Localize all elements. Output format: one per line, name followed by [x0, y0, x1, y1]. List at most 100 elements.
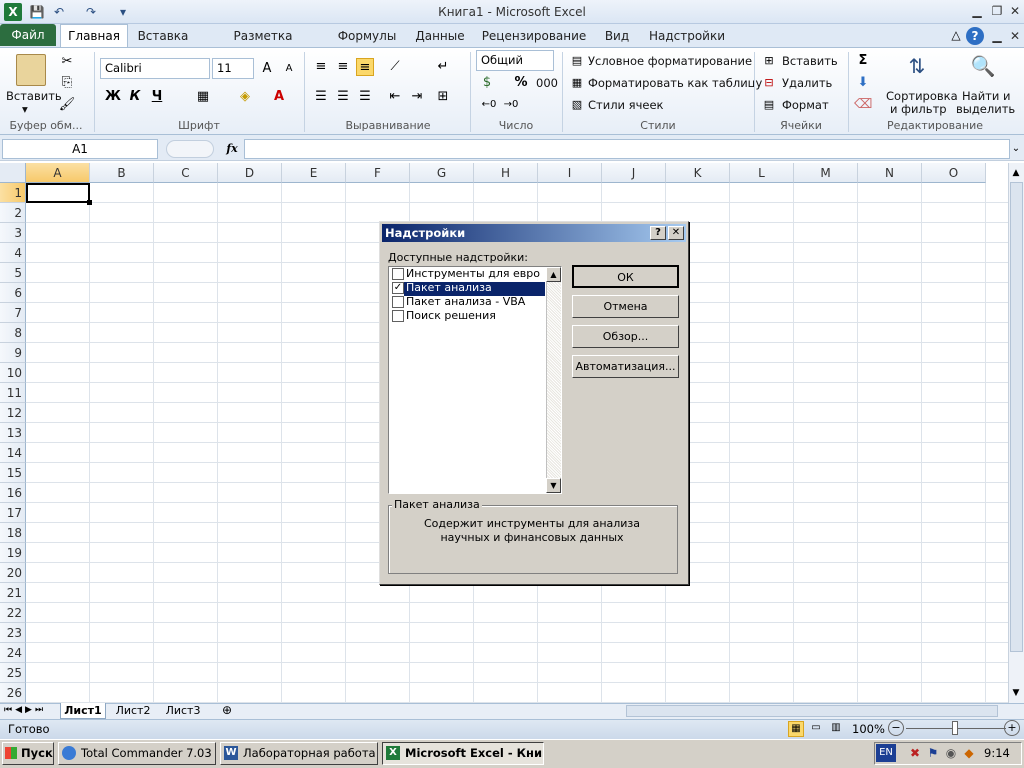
format-cells-icon[interactable]: ▤	[760, 96, 778, 114]
row-header-13[interactable]: 13	[0, 423, 26, 443]
formula-toggle[interactable]	[166, 140, 214, 158]
row-header-12[interactable]: 12	[0, 403, 26, 423]
row-header-11[interactable]: 11	[0, 383, 26, 403]
column-header-L[interactable]: L	[730, 163, 794, 183]
shrink-font-icon[interactable]: A	[280, 60, 298, 78]
zoom-out-icon[interactable]: −	[888, 720, 904, 736]
row-header-22[interactable]: 22	[0, 603, 26, 623]
tray-volume-icon[interactable]: ◉	[944, 746, 958, 760]
column-header-H[interactable]: H	[474, 163, 538, 183]
taskbar-excel[interactable]: Microsoft Excel - Книг...	[382, 742, 544, 765]
close-icon[interactable]: ✕	[1006, 3, 1024, 19]
tab-formulas[interactable]: Формулы	[334, 24, 400, 48]
row-header-8[interactable]: 8	[0, 323, 26, 343]
sort-filter-icon[interactable]: ⇅	[900, 54, 934, 86]
taskbar-total-commander[interactable]: Total Commander 7.03 - ...	[58, 742, 216, 765]
zoom-slider-thumb[interactable]	[952, 721, 958, 735]
font-name-select[interactable]: Calibri	[100, 58, 210, 79]
checkbox-solver[interactable]	[392, 310, 404, 322]
conditional-format-icon[interactable]: ▤	[568, 52, 586, 70]
cell-styles-button[interactable]: Стили ячеек	[588, 98, 664, 112]
row-header-15[interactable]: 15	[0, 463, 26, 483]
find-select-button[interactable]: Найти и	[962, 89, 1010, 103]
merge-center-icon[interactable]: ⊞	[434, 88, 452, 106]
tab-addins[interactable]: Надстройки	[646, 24, 728, 48]
align-right-icon[interactable]: ☰	[356, 88, 374, 106]
row-header-7[interactable]: 7	[0, 303, 26, 323]
automation-button[interactable]: Автоматизация...	[572, 355, 679, 378]
fill-icon[interactable]: ⬇	[854, 74, 872, 92]
delete-cells-button[interactable]: Удалить	[782, 76, 832, 90]
tray-app-icon[interactable]: ◆	[962, 746, 976, 760]
ok-button[interactable]: ОК	[572, 265, 679, 288]
row-header-21[interactable]: 21	[0, 583, 26, 603]
zoom-in-icon[interactable]: +	[1004, 720, 1020, 736]
tab-review[interactable]: Рецензирование	[480, 24, 588, 48]
cell-styles-icon[interactable]: ▧	[568, 96, 586, 114]
delete-cells-icon[interactable]: ⊟	[760, 74, 778, 92]
sort-filter-button-line2[interactable]: и фильтр	[890, 102, 947, 116]
normal-view-icon[interactable]: ▦	[788, 721, 804, 737]
checkbox-analysis-toolpak[interactable]: ✓	[392, 282, 404, 294]
row-header-18[interactable]: 18	[0, 523, 26, 543]
tab-view[interactable]: Вид	[598, 24, 636, 48]
align-bottom-icon[interactable]: ≡	[356, 58, 374, 76]
clock[interactable]: 9:14	[984, 746, 1010, 760]
column-header-K[interactable]: K	[666, 163, 730, 183]
row-header-6[interactable]: 6	[0, 283, 26, 303]
borders-icon[interactable]: ▦	[194, 88, 212, 106]
help-icon[interactable]: ?	[966, 27, 984, 45]
find-select-button-line2[interactable]: выделить	[956, 102, 1015, 116]
decrease-indent-icon[interactable]: ⇤	[386, 88, 404, 106]
align-top-icon[interactable]: ≡	[312, 58, 330, 76]
paste-dropdown-icon[interactable]: ▾	[22, 102, 28, 116]
insert-cells-icon[interactable]: ⊞	[760, 52, 778, 70]
listbox-scroll-up-icon[interactable]: ▲	[546, 267, 561, 282]
increase-indent-icon[interactable]: ⇥	[408, 88, 426, 106]
sheet-tab-3[interactable]: Лист3	[160, 703, 206, 719]
font-color-icon[interactable]: A	[270, 88, 288, 106]
increase-decimal-icon[interactable]: ←0	[480, 96, 498, 114]
currency-icon[interactable]: $	[478, 74, 496, 92]
row-header-1[interactable]: 1	[0, 183, 26, 203]
tab-home[interactable]: Главная	[60, 24, 128, 48]
number-format-select[interactable]: Общий	[476, 50, 554, 71]
page-break-view-icon[interactable]: ▥	[828, 721, 844, 737]
italic-button[interactable]: К	[126, 88, 144, 106]
tab-data[interactable]: Данные	[410, 24, 470, 48]
paste-icon[interactable]	[16, 54, 46, 86]
row-header-26[interactable]: 26	[0, 683, 26, 703]
browse-button[interactable]: Обзор...	[572, 325, 679, 348]
list-item-analysis-toolpak[interactable]: Пакет анализа	[406, 281, 492, 295]
row-header-25[interactable]: 25	[0, 663, 26, 683]
tab-page-layout[interactable]: Разметка страницы	[202, 24, 324, 67]
sheet-tab-1[interactable]: Лист1	[60, 703, 106, 719]
list-item-solver[interactable]: Поиск решения	[406, 309, 496, 323]
dialog-close-button[interactable]: ✕	[668, 226, 684, 240]
selected-cell-a1[interactable]	[26, 183, 90, 203]
underline-button[interactable]: Ч	[148, 88, 166, 106]
column-header-E[interactable]: E	[282, 163, 346, 183]
tray-network-icon[interactable]: ⚑	[926, 746, 940, 760]
insert-cells-button[interactable]: Вставить	[782, 54, 838, 68]
bold-button[interactable]: Ж	[104, 88, 122, 106]
taskbar-word[interactable]: Лабораторная работа ...	[220, 742, 378, 765]
format-cells-button[interactable]: Формат	[782, 98, 829, 112]
column-header-D[interactable]: D	[218, 163, 282, 183]
sheet-tab-2[interactable]: Лист2	[110, 703, 156, 719]
cancel-button[interactable]: Отмена	[572, 295, 679, 318]
dialog-help-button[interactable]: ?	[650, 226, 666, 240]
row-header-20[interactable]: 20	[0, 563, 26, 583]
align-center-icon[interactable]: ☰	[334, 88, 352, 106]
column-header-N[interactable]: N	[858, 163, 922, 183]
column-header-J[interactable]: J	[602, 163, 666, 183]
list-item-euro-tools[interactable]: Инструменты для евро	[406, 267, 540, 281]
horizontal-scrollbar[interactable]	[626, 705, 998, 717]
insert-function-icon[interactable]: fx	[222, 139, 242, 159]
name-box[interactable]: A1	[2, 139, 158, 159]
row-header-5[interactable]: 5	[0, 263, 26, 283]
format-as-table-icon[interactable]: ▦	[568, 74, 586, 92]
row-header-17[interactable]: 17	[0, 503, 26, 523]
row-header-19[interactable]: 19	[0, 543, 26, 563]
autosum-button[interactable]: Σ	[854, 52, 872, 70]
